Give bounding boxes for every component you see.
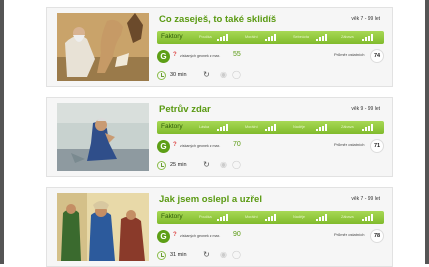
lock-icon[interactable]: ◉	[219, 70, 228, 79]
factor-label: Morální	[245, 215, 258, 219]
signal-icon	[265, 214, 277, 221]
factor-label: Poučka	[199, 35, 212, 39]
story-illustration	[57, 13, 149, 81]
question-icon: ?	[173, 142, 177, 148]
clock-icon	[157, 251, 166, 260]
factors-bar: Faktory Poučka Morální Naděje Zábava	[157, 211, 384, 224]
signal-icon	[217, 214, 229, 221]
average-score: 74	[370, 49, 384, 63]
story-illustration	[57, 103, 149, 171]
factor-label: Naděje	[293, 125, 306, 129]
points-max: 90	[233, 231, 241, 238]
lock-icon[interactable]: ◉	[219, 250, 228, 259]
refresh-icon[interactable]: ↻	[202, 250, 211, 259]
factor-label: Morální	[245, 125, 258, 129]
factors-label: Faktory	[161, 213, 183, 220]
story-duration: 30 min	[170, 72, 187, 78]
grade-badge: G	[157, 50, 170, 63]
signal-icon	[217, 34, 229, 41]
grade-badge: G	[157, 230, 170, 243]
story-thumbnail[interactable]	[57, 13, 149, 81]
factor-label: Morální	[245, 35, 258, 39]
factor-label: Naděje	[293, 215, 306, 219]
clock-icon	[157, 71, 166, 80]
story-card[interactable]: Jak jsem oslepl a uzřel věk 7 - 99 let F…	[46, 187, 393, 267]
points-max: 70	[233, 141, 241, 148]
points-caption: získaných geonek z max.	[180, 54, 221, 58]
lock-icon[interactable]: ◉	[219, 160, 228, 169]
average-label: Průměr ostatních	[334, 232, 365, 237]
factors-label: Faktory	[161, 123, 183, 130]
points-max: 55	[233, 51, 241, 58]
signal-icon	[316, 214, 328, 221]
factors-label: Faktory	[161, 33, 183, 40]
factor-label: Poučka	[199, 215, 212, 219]
clock-icon	[157, 161, 166, 170]
story-thumbnail[interactable]	[57, 193, 149, 261]
story-title[interactable]: Co zaseješ, to také sklidíš	[159, 14, 276, 25]
points-caption: získaných geonek z max.	[180, 234, 221, 238]
average-label: Průměr ostatních	[334, 52, 365, 57]
question-icon: ?	[173, 52, 177, 58]
story-title[interactable]: Jak jsem oslepl a uzřel	[159, 194, 262, 205]
factor-label: Láska	[199, 125, 210, 129]
refresh-icon[interactable]: ↻	[202, 160, 211, 169]
info-icon[interactable]: ◯	[232, 70, 241, 79]
age-range: věk 9 - 99 let	[351, 106, 380, 112]
story-duration: 25 min	[170, 162, 187, 168]
signal-icon	[362, 34, 374, 41]
story-thumbnail[interactable]	[57, 103, 149, 171]
average-score: 78	[370, 229, 384, 243]
factor-label: Zábava	[341, 215, 354, 219]
info-icon[interactable]: ◯	[232, 250, 241, 259]
factor-label: Zábava	[341, 125, 354, 129]
age-range: věk 7 - 99 let	[351, 196, 380, 202]
signal-icon	[362, 214, 374, 221]
average-score: 71	[370, 139, 384, 153]
story-duration: 31 min	[170, 252, 187, 258]
signal-icon	[217, 124, 229, 131]
average-label: Průměr ostatních	[334, 142, 365, 147]
grade-badge: G	[157, 140, 170, 153]
factor-label: Sebeúcta	[293, 35, 310, 39]
age-range: věk 7 - 99 let	[351, 16, 380, 22]
factors-bar: Faktory Láska Morální Naděje Zábava	[157, 121, 384, 134]
story-card[interactable]: Petrův zdar věk 9 - 99 let Faktory Láska…	[46, 97, 393, 177]
story-title[interactable]: Petrův zdar	[159, 104, 211, 115]
signal-icon	[362, 124, 374, 131]
points-caption: získaných geonek z max.	[180, 144, 221, 148]
signal-icon	[316, 34, 328, 41]
factors-bar: Faktory Poučka Morální Sebeúcta Zábava	[157, 31, 384, 44]
signal-icon	[265, 124, 277, 131]
question-icon: ?	[173, 232, 177, 238]
story-illustration	[57, 193, 149, 261]
story-card[interactable]: Co zaseješ, to také sklidíš věk 7 - 99 l…	[46, 7, 393, 87]
signal-icon	[316, 124, 328, 131]
info-icon[interactable]: ◯	[232, 160, 241, 169]
factor-label: Zábava	[341, 35, 354, 39]
signal-icon	[265, 34, 277, 41]
refresh-icon[interactable]: ↻	[202, 70, 211, 79]
